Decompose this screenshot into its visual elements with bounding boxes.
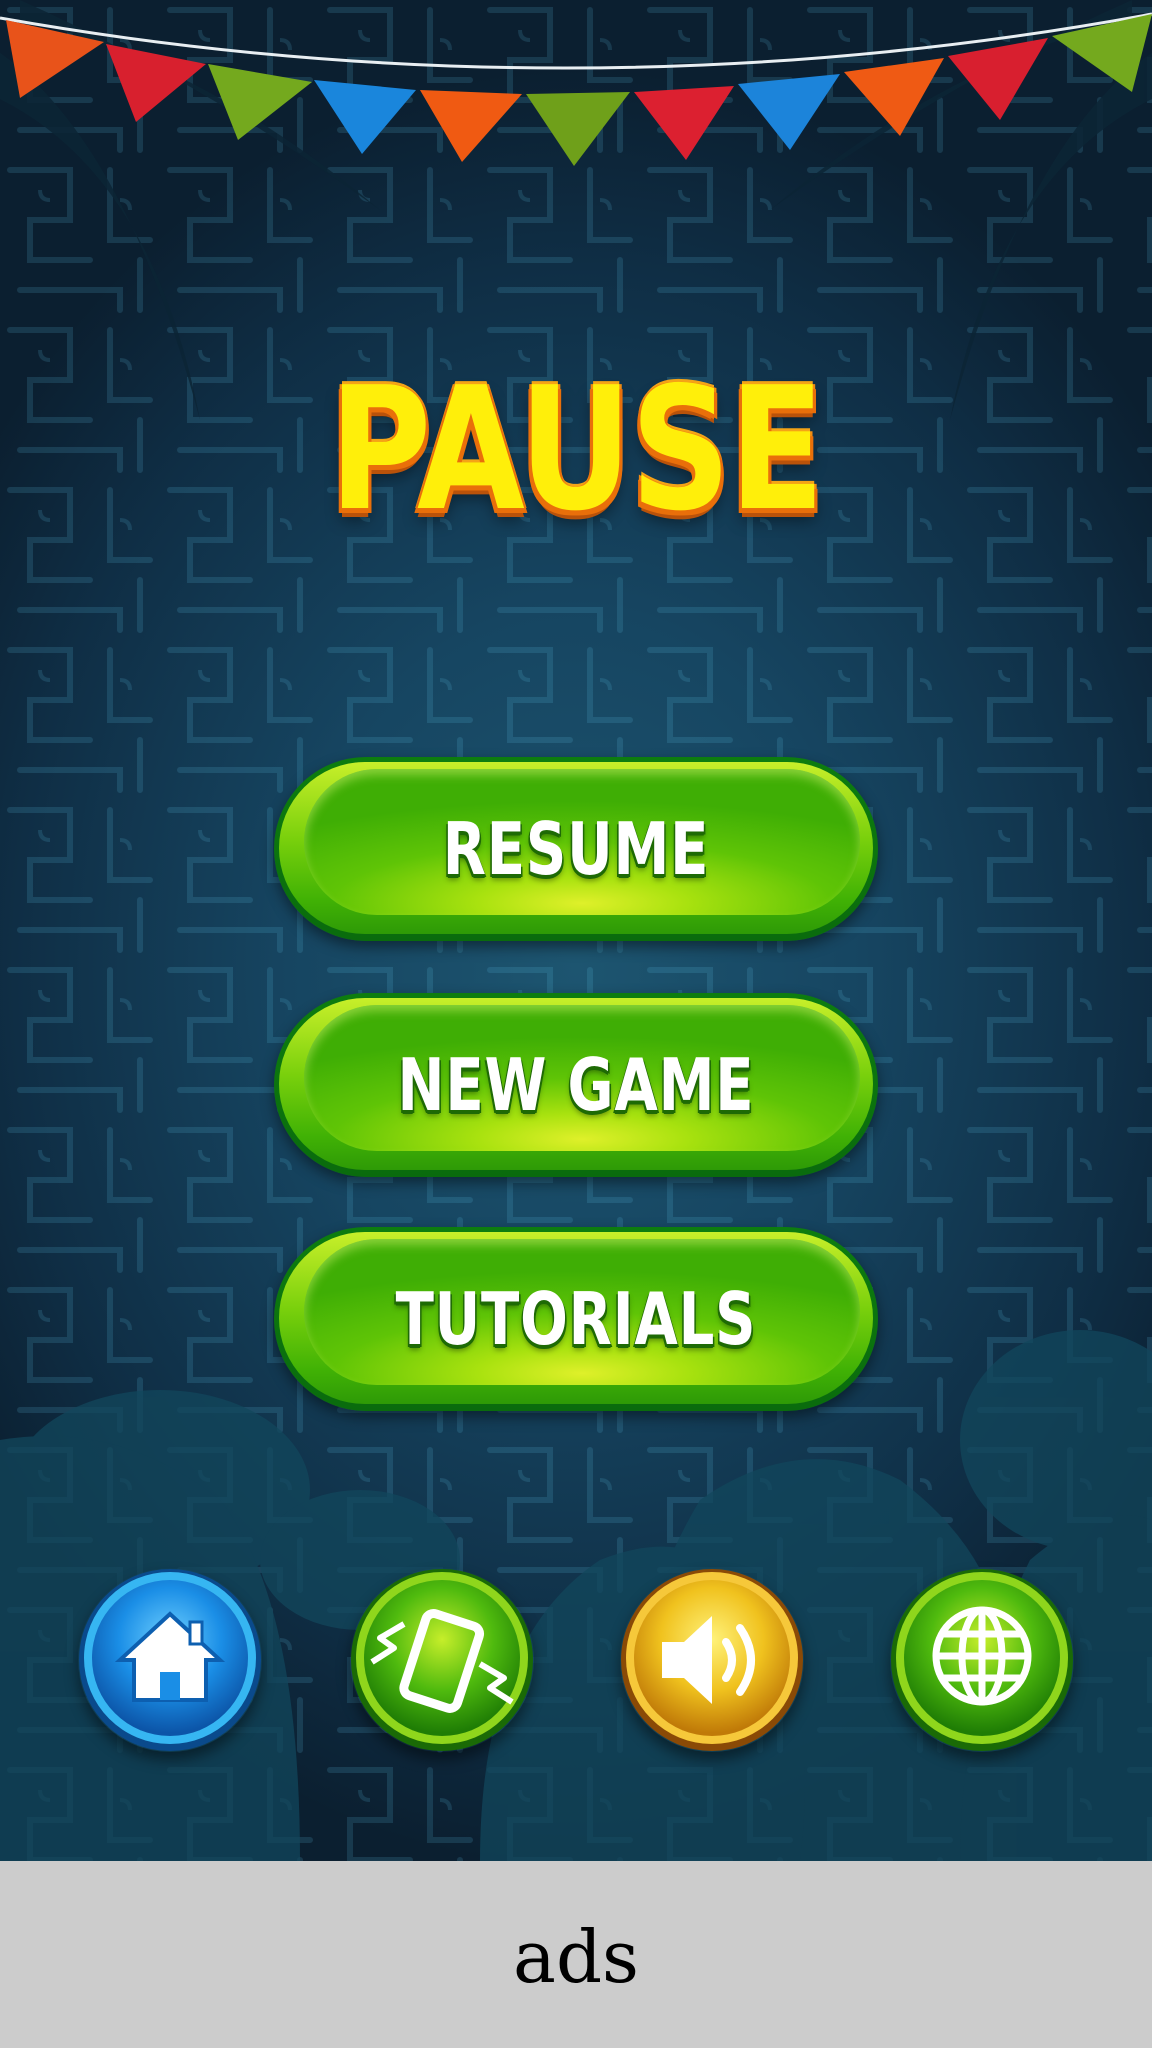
page-title: PAUSE — [329, 351, 824, 549]
tutorials-button[interactable]: TUTORIALS — [274, 1227, 878, 1411]
home-icon — [79, 1569, 261, 1751]
new-game-button[interactable]: NEW GAME — [274, 993, 878, 1177]
resume-button-label: RESUME — [442, 807, 710, 891]
language-button[interactable] — [890, 1568, 1074, 1752]
ad-banner-label: ads — [513, 1914, 639, 1999]
pause-screen: PAUSE RESUME NEW GAME TUTORIALS — [0, 0, 1152, 1861]
globe-icon — [891, 1569, 1073, 1751]
home-button[interactable] — [78, 1568, 262, 1752]
sound-button[interactable] — [620, 1568, 804, 1752]
vibration-icon — [351, 1569, 533, 1751]
new-game-button-label: NEW GAME — [397, 1043, 755, 1127]
tutorials-button-label: TUTORIALS — [395, 1277, 757, 1361]
sound-icon — [621, 1569, 803, 1751]
ad-banner[interactable]: ads — [0, 1861, 1152, 2048]
resume-button[interactable]: RESUME — [274, 757, 878, 941]
vibration-button[interactable] — [350, 1568, 534, 1752]
